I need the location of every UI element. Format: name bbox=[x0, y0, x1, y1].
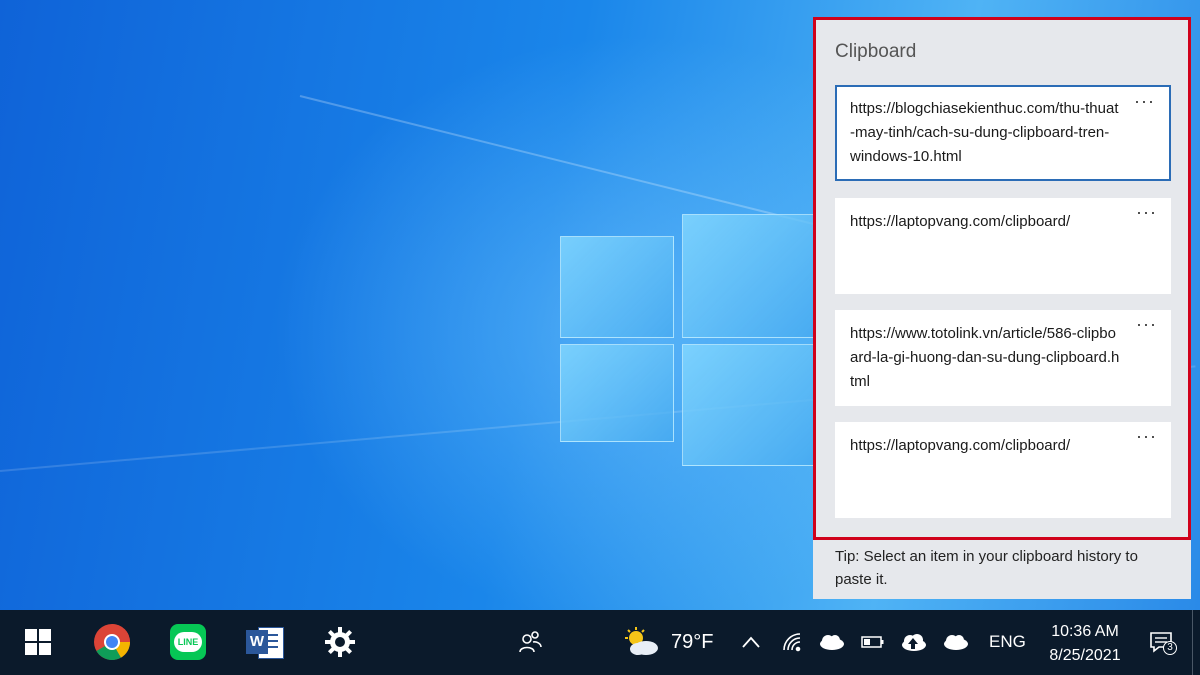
clipboard-item[interactable]: https://www.totolink.vn/article/586-clip… bbox=[835, 310, 1171, 406]
clipboard-item-text: https://blogchiasekienthuc.com/thu-thuat… bbox=[850, 100, 1119, 165]
cloud-upload-icon bbox=[902, 634, 926, 651]
word-button[interactable]: W bbox=[244, 622, 284, 662]
windows-logo-pane bbox=[682, 214, 814, 338]
partly-cloudy-icon bbox=[625, 627, 658, 655]
clipboard-item[interactable]: https://blogchiasekienthuc.com/thu-thuat… bbox=[835, 85, 1171, 181]
windows-logo-pane bbox=[682, 344, 814, 466]
clipboard-item-text: https://laptopvang.com/clipboard/ bbox=[850, 213, 1071, 230]
chrome-button[interactable] bbox=[92, 622, 132, 662]
clipboard-item[interactable]: https://laptopvang.com/clipboard/ ··· bbox=[835, 198, 1171, 294]
onedrive-button[interactable] bbox=[816, 622, 846, 662]
cloud-upload-button[interactable] bbox=[898, 622, 928, 662]
action-center-button[interactable]: 3 bbox=[1146, 622, 1177, 662]
taskbar: LINE W 79°F ENG 10:36 AM 8/25/2021 3 bbox=[0, 610, 1200, 675]
more-options-icon[interactable]: ··· bbox=[1136, 426, 1157, 447]
cloud-icon bbox=[820, 635, 844, 650]
word-icon-label: W bbox=[246, 630, 268, 654]
more-options-icon[interactable]: ··· bbox=[1134, 91, 1155, 112]
word-icon: W bbox=[246, 625, 284, 659]
wifi-icon bbox=[783, 633, 801, 652]
clock-date: 8/25/2021 bbox=[1049, 647, 1121, 664]
network-button[interactable] bbox=[780, 622, 806, 662]
weather-temperature[interactable]: 79°F bbox=[671, 631, 713, 654]
start-icon bbox=[25, 629, 51, 655]
cloud-button[interactable] bbox=[940, 622, 970, 662]
settings-button[interactable] bbox=[320, 622, 360, 662]
chevron-up-icon bbox=[742, 636, 760, 648]
clock-time: 10:36 AM bbox=[1051, 623, 1119, 640]
show-desktop-divider[interactable] bbox=[1192, 610, 1193, 675]
notification-count: 3 bbox=[1163, 641, 1177, 655]
settings-icon bbox=[325, 627, 355, 657]
clipboard-item-text: https://www.totolink.vn/article/586-clip… bbox=[850, 325, 1120, 390]
line-icon-label: LINE bbox=[173, 632, 203, 652]
more-options-icon[interactable]: ··· bbox=[1136, 202, 1157, 223]
show-hidden-icons-button[interactable] bbox=[738, 622, 764, 662]
clipboard-title: Clipboard bbox=[835, 41, 917, 62]
chrome-icon bbox=[94, 624, 130, 661]
windows-logo-pane bbox=[560, 236, 674, 338]
notification-icon: 3 bbox=[1149, 631, 1177, 655]
line-icon: LINE bbox=[170, 624, 206, 660]
windows-logo-pane bbox=[560, 344, 674, 442]
cloud-icon bbox=[944, 635, 968, 650]
clipboard-tip: Tip: Select an item in your clipboard hi… bbox=[835, 548, 1138, 588]
people-button[interactable] bbox=[512, 622, 548, 662]
more-options-icon[interactable]: ··· bbox=[1136, 314, 1157, 335]
weather-button[interactable] bbox=[620, 622, 662, 662]
clipboard-panel: Clipboard https://blogchiasekienthuc.com… bbox=[813, 17, 1191, 599]
start-button[interactable] bbox=[18, 622, 58, 662]
clipboard-item[interactable]: https://laptopvang.com/clipboard/ ··· bbox=[835, 422, 1171, 518]
battery-icon bbox=[861, 636, 884, 648]
line-button[interactable]: LINE bbox=[168, 622, 208, 662]
input-language[interactable]: ENG bbox=[989, 632, 1026, 652]
clipboard-item-text: https://laptopvang.com/clipboard/ bbox=[850, 437, 1071, 454]
battery-button[interactable] bbox=[858, 622, 888, 662]
clock[interactable]: 10:36 AM 8/25/2021 bbox=[1030, 620, 1140, 668]
people-icon bbox=[519, 631, 542, 653]
